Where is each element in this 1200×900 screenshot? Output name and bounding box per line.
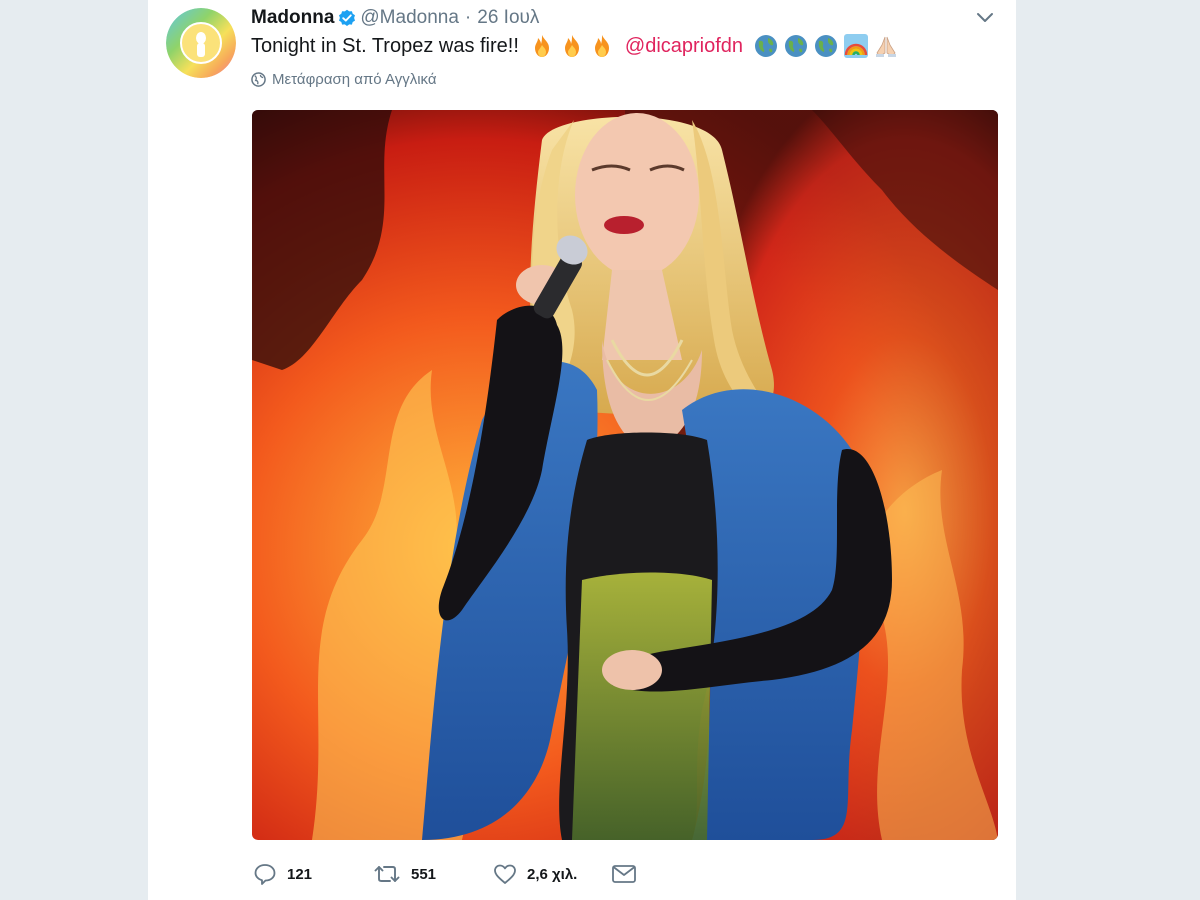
author-handle[interactable]: @Madonna	[360, 7, 459, 29]
fire-emoji	[529, 33, 555, 59]
direct-message-button[interactable]	[611, 864, 637, 884]
tweet-header: Madonna @Madonna · 26 Ιουλ	[251, 6, 539, 30]
earth-emoji	[753, 33, 779, 59]
header-separator: ·	[464, 7, 472, 28]
like-count: 2,6 χιλ.	[527, 865, 578, 883]
reply-icon	[254, 864, 276, 885]
retweet-button[interactable]: 551	[373, 863, 493, 885]
reply-count: 121	[287, 865, 313, 883]
like-button[interactable]: 2,6 χιλ.	[493, 863, 611, 885]
reply-button[interactable]: 121	[253, 863, 373, 885]
translate-link[interactable]: Μετάφραση από Αγγλικά	[251, 71, 437, 88]
tweet-date[interactable]: 26 Ιουλ	[477, 7, 539, 29]
avatar-image	[166, 8, 236, 78]
stage-photo	[252, 110, 998, 840]
tweet-photo[interactable]	[252, 110, 998, 840]
fire-emoji	[559, 33, 585, 59]
rainbow-emoji	[843, 33, 869, 59]
folded-hands-emoji	[873, 33, 899, 59]
retweet-icon	[374, 866, 400, 882]
earth-emoji	[813, 33, 839, 59]
tweet-actions: 121 551 2,6 χιλ.	[253, 860, 637, 888]
tweet-card: Madonna @Madonna · 26 Ιουλ Tonight in St…	[148, 0, 1016, 900]
globe-icon	[251, 72, 266, 87]
tweet-body: Tonight in St. Tropez was fire!!	[251, 34, 519, 57]
earth-emoji	[783, 33, 809, 59]
translate-label: Μετάφραση από Αγγλικά	[272, 71, 437, 88]
chevron-down-icon[interactable]	[974, 9, 996, 27]
verified-badge-icon	[338, 9, 356, 27]
heart-icon	[494, 864, 516, 884]
author-name[interactable]: Madonna	[251, 7, 334, 29]
retweet-count: 551	[411, 865, 437, 883]
avatar[interactable]	[166, 8, 236, 78]
tweet-text: Tonight in St. Tropez was fire!! @dicapr…	[251, 33, 899, 59]
envelope-icon	[612, 865, 636, 883]
mention-link[interactable]: @dicapriofdn	[625, 35, 743, 58]
fire-emoji	[589, 33, 615, 59]
